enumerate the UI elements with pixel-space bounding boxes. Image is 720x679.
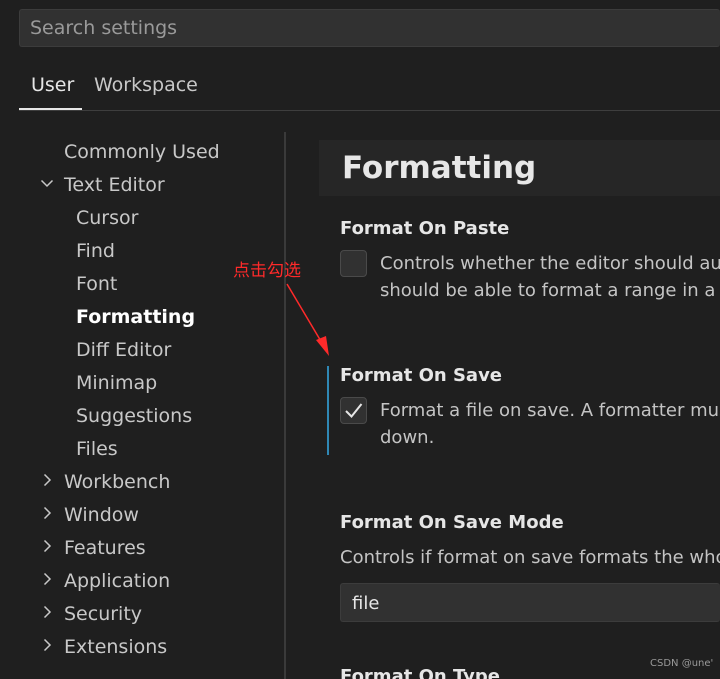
toc-item-label: Cursor — [76, 207, 139, 229]
focused-setting-indicator — [327, 366, 329, 455]
toc-item-features[interactable]: Features — [40, 533, 240, 563]
toc-item-label: Workbench — [64, 471, 171, 493]
annotation-label: 点击勾选 — [233, 261, 301, 281]
format-on-save-mode-select[interactable]: file — [340, 583, 720, 622]
watermark: CSDN @une' — [650, 658, 714, 669]
toc-item-extensions[interactable]: Extensions — [40, 632, 240, 662]
chevron-down-icon — [40, 176, 54, 190]
toc-item-label: Minimap — [76, 372, 158, 394]
toc-item-label: Files — [76, 438, 118, 460]
toc-item-window[interactable]: Window — [40, 500, 240, 530]
select-value: file — [352, 593, 380, 614]
toc-item-label: Diff Editor — [76, 339, 172, 361]
toc-item-label: Features — [64, 537, 146, 559]
toc-item-label: Window — [64, 504, 139, 526]
chevron-right-icon — [40, 506, 54, 520]
setting-desc-format-on-paste-line2: should be able to format a range in a d — [380, 280, 720, 301]
setting-title-format-on-save: Format On Save — [340, 365, 503, 386]
tab-user[interactable]: User — [31, 74, 74, 96]
tab-workspace[interactable]: Workspace — [94, 74, 198, 96]
toc-item-label: Commonly Used — [64, 141, 220, 163]
toc-item-label: Application — [64, 570, 171, 592]
chevron-right-icon — [40, 638, 54, 652]
setting-title-format-on-type: Format On Type — [340, 666, 500, 679]
chevron-right-icon — [40, 473, 54, 487]
toc-item-label: Extensions — [64, 636, 168, 658]
toc-item-label: Find — [76, 240, 115, 262]
toc-item-security[interactable]: Security — [40, 599, 240, 629]
checkmark-icon — [345, 403, 363, 418]
scope-tabs: User Workspace — [19, 68, 720, 112]
tabs-divider — [19, 110, 720, 111]
format-on-paste-checkbox[interactable] — [340, 250, 367, 277]
chevron-right-icon — [40, 605, 54, 619]
toc-item-application[interactable]: Application — [40, 566, 240, 596]
settings-toc: Commonly Used Text Editor Cursor Find Fo… — [0, 132, 284, 679]
toc-item-label: Formatting — [76, 306, 196, 328]
settings-content: Formatting Format On Paste Controls whet… — [286, 132, 720, 679]
section-title: Formatting — [342, 150, 537, 186]
chevron-right-icon — [40, 539, 54, 553]
setting-desc-format-on-save-line2: down. — [380, 427, 435, 448]
toc-item-label: Font — [76, 273, 118, 295]
chevron-right-icon — [40, 572, 54, 586]
format-on-save-checkbox[interactable] — [340, 397, 367, 424]
search-input[interactable] — [20, 10, 720, 46]
setting-title-format-on-save-mode: Format On Save Mode — [340, 512, 564, 533]
toc-item-label: Text Editor — [64, 174, 165, 196]
toc-item-label: Suggestions — [76, 405, 193, 427]
toc-item-label: Security — [64, 603, 143, 625]
setting-desc-format-on-save-line1: Format a file on save. A formatter must — [380, 400, 720, 421]
setting-desc-format-on-save-mode: Controls if format on save formats the w… — [340, 547, 720, 568]
search-box[interactable] — [19, 9, 720, 47]
toc-item-workbench[interactable]: Workbench — [40, 467, 240, 497]
section-header: Formatting — [319, 140, 720, 196]
setting-title-format-on-paste: Format On Paste — [340, 218, 510, 239]
toc-item-text-editor[interactable]: Text Editor — [40, 170, 240, 200]
setting-desc-format-on-paste-line1: Controls whether the editor should auto — [380, 253, 720, 274]
